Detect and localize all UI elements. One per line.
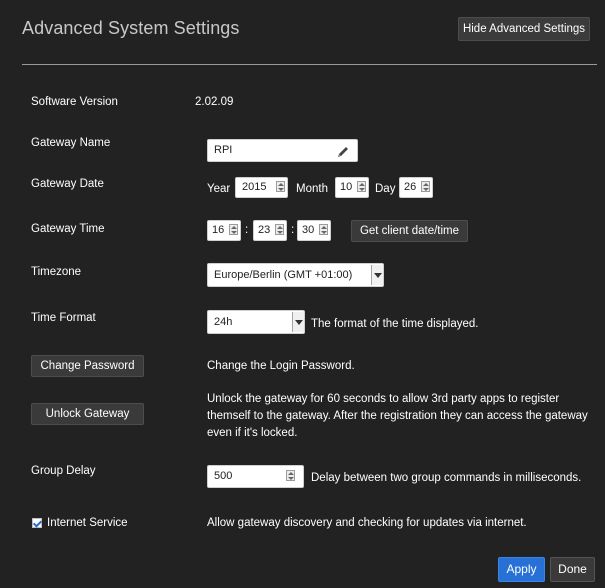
time-format-description: The format of the time displayed. — [311, 318, 479, 330]
chevron-down-icon[interactable] — [292, 312, 304, 332]
hour-stepper[interactable]: 16 — [207, 220, 241, 241]
change-password-button[interactable]: Change Password — [31, 355, 144, 377]
group-delay-label: Group Delay — [31, 465, 96, 477]
group-delay-stepper[interactable]: 500 — [207, 465, 304, 488]
year-stepper[interactable]: 2015 — [235, 177, 288, 198]
time-separator: : — [291, 224, 295, 236]
time-separator: : — [245, 224, 249, 236]
time-format-label: Time Format — [31, 312, 96, 324]
second-stepper[interactable]: 30 — [297, 220, 331, 241]
software-version-value: 2.02.09 — [195, 96, 234, 108]
minute-value: 23 — [258, 224, 271, 236]
internet-service-label[interactable]: Internet Service — [47, 517, 128, 529]
hour-value: 16 — [212, 224, 225, 236]
group-delay-description: Delay between two group commands in mill… — [311, 472, 582, 484]
day-value: 26 — [404, 181, 417, 193]
timezone-value: Europe/Berlin (GMT +01:00) — [214, 269, 353, 281]
month-label: Month — [296, 183, 328, 195]
gateway-time-label: Gateway Time — [31, 223, 105, 235]
month-value: 10 — [340, 181, 353, 193]
time-format-select[interactable]: 24h — [207, 310, 305, 334]
second-value: 30 — [302, 224, 315, 236]
spinner-arrows-icon[interactable] — [276, 181, 285, 192]
minute-stepper[interactable]: 23 — [253, 220, 287, 241]
unlock-gateway-description: Unlock the gateway for 60 seconds to all… — [207, 393, 588, 439]
timezone-select[interactable]: Europe/Berlin (GMT +01:00) — [207, 263, 384, 287]
spinner-arrows-icon[interactable] — [421, 181, 430, 192]
internet-service-checkbox[interactable] — [32, 518, 42, 528]
gateway-name-label: Gateway Name — [31, 137, 111, 149]
settings-panel — [6, 0, 599, 588]
time-format-value: 24h — [214, 316, 233, 328]
year-value: 2015 — [242, 181, 267, 193]
month-stepper[interactable]: 10 — [335, 177, 369, 198]
gateway-name-input[interactable]: RPI — [207, 139, 358, 162]
apply-button[interactable]: Apply — [498, 557, 545, 582]
unlock-gateway-button[interactable]: Unlock Gateway — [31, 403, 144, 425]
gateway-date-label: Gateway Date — [31, 178, 104, 190]
internet-service-description: Allow gateway discovery and checking for… — [207, 517, 527, 529]
spinner-arrows-icon[interactable] — [319, 224, 328, 235]
timezone-label: Timezone — [31, 266, 82, 278]
divider — [22, 64, 597, 65]
change-password-description: Change the Login Password. — [207, 360, 355, 372]
spinner-arrows-icon[interactable] — [275, 224, 284, 235]
gateway-name-value: RPI — [214, 144, 233, 156]
spinner-arrows-icon[interactable] — [357, 181, 366, 192]
year-label: Year — [207, 183, 231, 195]
spinner-arrows-icon[interactable] — [286, 470, 295, 481]
chevron-down-icon[interactable] — [371, 265, 383, 285]
done-button[interactable]: Done — [550, 557, 595, 582]
pencil-icon[interactable] — [336, 145, 350, 159]
spinner-arrows-icon[interactable] — [229, 224, 238, 235]
day-label: Day — [375, 183, 396, 195]
day-stepper[interactable]: 26 — [399, 177, 433, 198]
page-title: Advanced System Settings — [22, 18, 240, 38]
software-version-label: Software Version — [31, 96, 118, 108]
get-client-datetime-button[interactable]: Get client date/time — [351, 220, 468, 242]
hide-advanced-settings-button[interactable]: Hide Advanced Settings — [458, 17, 590, 41]
group-delay-value: 500 — [214, 470, 233, 482]
